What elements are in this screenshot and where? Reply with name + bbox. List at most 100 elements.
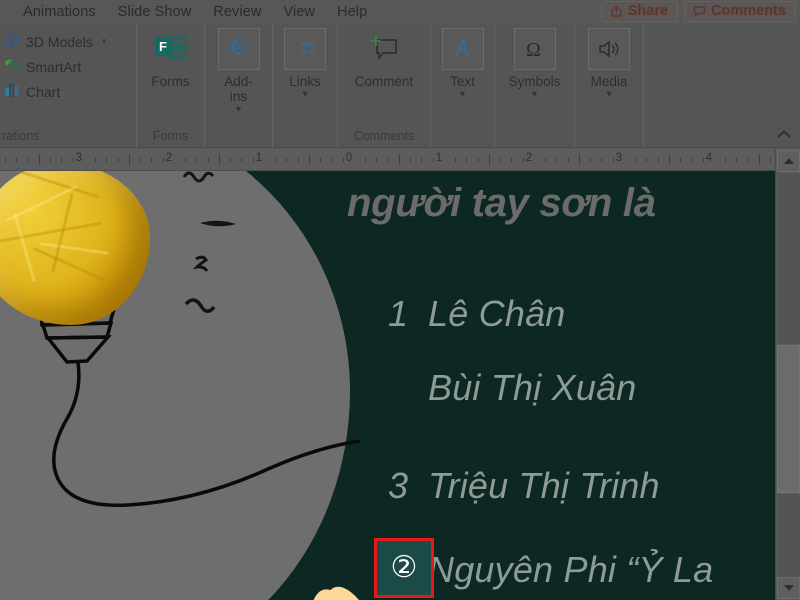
list-item[interactable]: 2Bùi Thị Xuân	[388, 367, 637, 409]
ruler-tick	[466, 158, 467, 162]
ruler-tick	[140, 158, 141, 162]
ruler-tick	[163, 158, 164, 162]
ribbon-button-symbols[interactable]: Ω Symbols ▾	[495, 28, 574, 100]
ribbon-button-addins[interactable]: Add- ins ▾	[205, 28, 272, 115]
ruler-tick	[523, 158, 524, 162]
scroll-down-button[interactable]	[777, 577, 800, 599]
tab-animations[interactable]: Animations	[12, 0, 107, 24]
ruler-number: 0	[345, 152, 353, 164]
tab-review[interactable]: Review	[202, 0, 272, 24]
ruler-tick	[61, 158, 62, 162]
vertical-scrollbar[interactable]	[775, 149, 800, 600]
ribbon-button-comment[interactable]: Comment	[338, 28, 430, 89]
ruler-tick	[275, 158, 276, 162]
ruler-tick	[39, 154, 40, 165]
window-actions: Share Comments	[600, 1, 796, 22]
ruler-tick	[298, 158, 299, 162]
slide-title[interactable]: người tay sơn là	[347, 181, 656, 226]
ruler-tick	[613, 158, 614, 162]
comments-button[interactable]: Comments	[684, 1, 796, 22]
ribbon-button-text[interactable]: Text ▾	[431, 28, 494, 100]
chevron-down-icon[interactable]: ▾	[532, 90, 537, 100]
ruler-number: 1	[435, 152, 443, 164]
scroll-thumb[interactable]	[777, 345, 800, 493]
chevron-down-icon[interactable]: ▾	[302, 90, 307, 100]
ruler-tick	[646, 158, 647, 162]
share-button[interactable]: Share	[600, 1, 679, 22]
horizontal-ruler[interactable]: 3 2 1 0 1 2 3 4	[0, 149, 800, 171]
ruler-tick	[388, 158, 389, 162]
ruler-tick	[28, 158, 29, 162]
ruler-tick	[478, 158, 479, 162]
ribbon-item-label: Chart	[26, 83, 61, 100]
ruler-tick	[365, 158, 366, 162]
ribbon-button-label: Forms	[151, 74, 190, 89]
svg-text:F: F	[159, 39, 167, 54]
ribbon-button-media[interactable]: Media ▾	[575, 28, 643, 100]
ruler-tick	[118, 158, 119, 162]
scroll-up-button[interactable]	[777, 150, 800, 172]
ruler-tick	[759, 154, 760, 165]
ruler-tick	[568, 158, 569, 162]
new-comment-icon	[363, 28, 405, 70]
powerpoint-window: Animations Slide Show Review View Help S…	[0, 0, 800, 600]
chevron-down-icon[interactable]: ▾	[460, 90, 465, 100]
ribbon-item-smartart[interactable]: SmartArt	[2, 54, 106, 79]
chevron-down-icon[interactable]: ▾	[102, 36, 107, 47]
smartart-icon	[4, 57, 21, 77]
scroll-track-lower[interactable]	[777, 494, 800, 577]
share-label: Share	[627, 3, 669, 19]
ribbon-group-label: rations	[2, 129, 40, 143]
ruler-tick	[376, 158, 377, 162]
ribbon-group-forms: F Forms Forms	[137, 24, 205, 148]
ruler-tick	[320, 158, 321, 162]
list-item[interactable]: 1 Lê Chân	[388, 293, 566, 335]
text-a-icon	[441, 28, 484, 70]
ribbon-item-3d-models[interactable]: 3D Models ▾	[2, 29, 106, 54]
addins-hexagon-icon	[217, 28, 260, 70]
tab-help[interactable]: Help	[326, 0, 378, 24]
ribbon-button-links[interactable]: Links ▾	[273, 28, 337, 100]
ruler-number: 3	[615, 152, 623, 164]
ribbon-group-label: Forms	[152, 129, 189, 143]
chevron-down-icon[interactable]: ▾	[606, 90, 611, 100]
tab-slide-show[interactable]: Slide Show	[107, 0, 203, 24]
ruler-tick	[725, 158, 726, 162]
slide-canvas[interactable]: người tay sơn là 1Lê Chân 2Bùi Thị Xuân …	[0, 171, 775, 600]
ruler-tick	[500, 158, 501, 162]
ruler-tick	[703, 158, 704, 162]
ribbon-item-label: SmartArt	[26, 58, 82, 75]
ribbon-button-forms[interactable]: F Forms	[137, 28, 204, 89]
ruler-tick	[399, 154, 400, 165]
ribbon-group-media: Media ▾	[575, 24, 644, 148]
speaker-icon	[588, 28, 630, 70]
ruler-tick	[421, 158, 422, 162]
ruler-tick	[669, 154, 670, 165]
ruler-tick	[151, 158, 152, 162]
list-item-number: 3	[388, 465, 409, 506]
list-item[interactable]: 3 Triệu Thị Trinh	[388, 465, 660, 507]
arrow-up-icon	[783, 158, 794, 164]
ruler-tick	[545, 158, 546, 162]
ruler-number: 2	[525, 152, 533, 164]
ribbon-button-label: Text	[450, 74, 475, 89]
collapse-ribbon-button[interactable]	[776, 127, 792, 142]
ribbon-item-chart[interactable]: Chart	[2, 79, 106, 104]
list-item-text: Lê Chân	[428, 293, 566, 334]
ruler-tick	[95, 158, 96, 162]
chevron-down-icon[interactable]: ▾	[236, 105, 241, 115]
ruler-tick	[185, 158, 186, 162]
ruler-tick	[433, 158, 434, 162]
step-number-label: ②	[390, 550, 418, 585]
tab-view[interactable]: View	[272, 0, 326, 24]
ruler-tick	[601, 158, 602, 162]
ruler-tick	[73, 158, 74, 162]
ruler-tick	[511, 158, 512, 162]
list-item[interactable]: 4Nguyên Phi “Ỷ La	[388, 549, 713, 591]
comments-label: Comments	[711, 3, 786, 19]
ribbon-item-label: 3D Models	[26, 33, 93, 50]
ruler-tick	[770, 158, 771, 162]
scroll-track-upper[interactable]	[777, 173, 800, 344]
omega-icon: Ω	[513, 28, 556, 70]
ruler-tick	[680, 158, 681, 162]
